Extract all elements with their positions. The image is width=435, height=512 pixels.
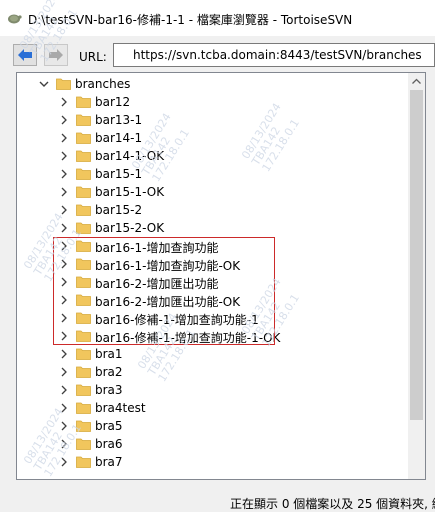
folder-icon xyxy=(76,114,91,126)
chevron-right-icon[interactable] xyxy=(59,133,69,143)
tortoisesvn-icon xyxy=(8,14,22,24)
folder-icon xyxy=(76,96,91,108)
status-bar: 正在顯示 0 個檔案以及 25 個資料夾, 總 xyxy=(0,488,435,511)
tree-item[interactable]: bar14-1 xyxy=(17,129,409,147)
tree-item-label: bra6 xyxy=(95,437,123,451)
folder-icon xyxy=(76,132,91,144)
tree-item[interactable]: bar15-2-OK xyxy=(17,219,409,237)
scrollbar-thumb[interactable] xyxy=(410,90,423,420)
tree-item-label: bar15-1-OK xyxy=(95,185,165,199)
tree-root-label: branches xyxy=(75,77,131,91)
repository-tree[interactable]: branches bar12 bar13-1 bar14-1 bar14-1-OK ba… xyxy=(16,72,426,480)
url-value: https://svn.tcba.domain:8443/testSVN/bra… xyxy=(133,48,422,62)
tree-item[interactable]: bra5 xyxy=(17,417,409,435)
tree-item-label: bar15-1 xyxy=(95,167,143,181)
title-bar[interactable]: D:\testSVN-bar16-修補-1-1 - 檔案庫瀏覽器 - Torto… xyxy=(0,0,435,36)
folder-icon xyxy=(76,366,91,378)
chevron-right-icon[interactable] xyxy=(59,115,69,125)
folder-icon xyxy=(76,186,91,198)
folder-icon xyxy=(76,222,91,234)
tree-item-label: bra2 xyxy=(95,365,123,379)
tree-item[interactable]: bra6 xyxy=(17,435,409,453)
folder-icon xyxy=(76,204,91,216)
folder-icon xyxy=(76,438,91,450)
tree-item[interactable]: bar15-2 xyxy=(17,201,409,219)
scroll-up-icon[interactable] xyxy=(408,73,425,90)
tree-item[interactable]: bar12 xyxy=(17,93,409,111)
chevron-right-icon[interactable] xyxy=(59,169,69,179)
chevron-right-icon[interactable] xyxy=(59,205,69,215)
tree-item[interactable]: bra7 xyxy=(17,453,409,471)
tree-item-label: bar13-1 xyxy=(95,113,143,127)
chevron-right-icon[interactable] xyxy=(59,385,69,395)
back-button[interactable] xyxy=(13,44,37,66)
chevron-right-icon[interactable] xyxy=(59,421,69,431)
folder-icon xyxy=(76,456,91,468)
folder-icon xyxy=(76,420,91,432)
tree-item-label: bra1 xyxy=(95,347,123,361)
chevron-right-icon[interactable] xyxy=(59,97,69,107)
toolbar: URL: https://svn.tcba.domain:8443/testSV… xyxy=(0,36,435,76)
chevron-right-icon[interactable] xyxy=(59,187,69,197)
arrow-right-icon xyxy=(49,49,63,61)
folder-icon xyxy=(76,348,91,360)
tree-item-label: bar14-1 xyxy=(95,131,143,145)
tree-item[interactable]: bar14-1-OK xyxy=(17,147,409,165)
arrow-left-icon xyxy=(18,49,32,61)
folder-icon xyxy=(76,168,91,180)
chevron-right-icon[interactable] xyxy=(59,367,69,377)
folder-icon xyxy=(76,402,91,414)
url-label: URL: xyxy=(79,50,107,64)
tree-root-row[interactable]: branches xyxy=(17,75,409,93)
folder-icon xyxy=(56,78,71,90)
folder-icon xyxy=(76,384,91,396)
tree-item-label: bar12 xyxy=(95,95,131,109)
url-input[interactable]: https://svn.tcba.domain:8443/testSVN/bra… xyxy=(113,43,435,67)
tree-item[interactable]: bar15-1-OK xyxy=(17,183,409,201)
vertical-scrollbar[interactable] xyxy=(408,73,425,479)
highlight-box xyxy=(53,237,275,345)
forward-button[interactable] xyxy=(44,44,68,66)
window-title: D:\testSVN-bar16-修補-1-1 - 檔案庫瀏覽器 - Torto… xyxy=(28,13,353,27)
chevron-right-icon[interactable] xyxy=(59,403,69,413)
tree-item-label: bra3 xyxy=(95,383,123,397)
tree-item-label: bar15-2 xyxy=(95,203,143,217)
tree-item[interactable]: bra1 xyxy=(17,345,409,363)
chevron-right-icon[interactable] xyxy=(59,439,69,449)
folder-icon xyxy=(76,150,91,162)
chevron-right-icon[interactable] xyxy=(59,457,69,467)
tree-item[interactable]: bra2 xyxy=(17,363,409,381)
chevron-right-icon[interactable] xyxy=(59,151,69,161)
tree-item-label: bra4test xyxy=(95,401,146,415)
tree-item[interactable]: bra3 xyxy=(17,381,409,399)
tree-item[interactable]: bar13-1 xyxy=(17,111,409,129)
status-text: 正在顯示 0 個檔案以及 25 個資料夾, 總 xyxy=(230,497,435,511)
tree-item-label: bar15-2-OK xyxy=(95,221,165,235)
tree-item-label: bra7 xyxy=(95,455,123,469)
chevron-right-icon[interactable] xyxy=(59,349,69,359)
tree-item-label: bar14-1-OK xyxy=(95,149,165,163)
tree-item-label: bra5 xyxy=(95,419,123,433)
chevron-down-icon[interactable] xyxy=(39,79,49,89)
tree-item[interactable]: bar15-1 xyxy=(17,165,409,183)
tree-item[interactable]: bra4test xyxy=(17,399,409,417)
chevron-right-icon[interactable] xyxy=(59,223,69,233)
